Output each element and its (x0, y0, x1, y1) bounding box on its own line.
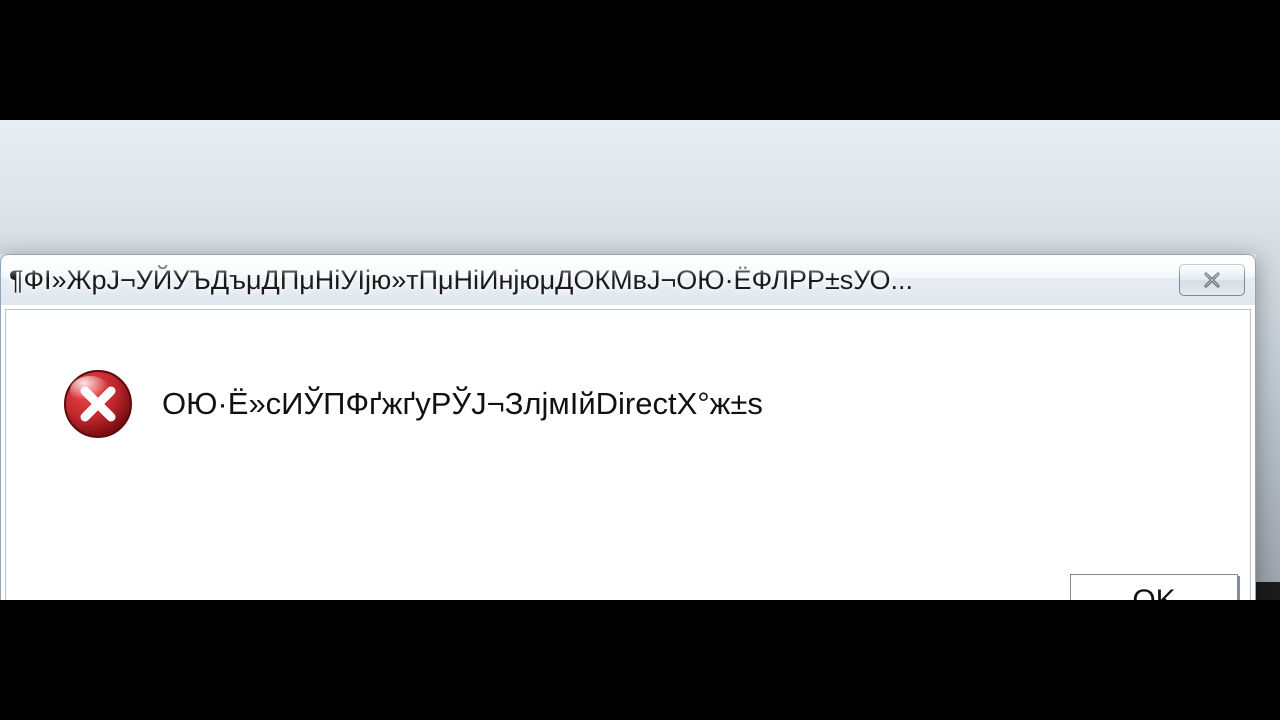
photo-background: ¶ФІ»ЖрЈ¬УЙУЪДъμДПμНіУІјю»тПμНіИнјюμДОКМв… (0, 120, 1280, 600)
dialog-content: ОЮ·Ё»сИЎПФґжґуРЎЈ¬ЗлјмІйDirectX°ж±ѕ OK (5, 309, 1251, 641)
letterbox-bottom (0, 600, 1280, 720)
close-icon (1202, 270, 1222, 290)
dialog-client-area: ОЮ·Ё»сИЎПФґжґуРЎЈ¬ЗлјмІйDirectX°ж±ѕ OK (0, 305, 1256, 646)
error-dialog: ¶ФІ»ЖрЈ¬УЙУЪДъμДПμНіУІјю»тПμНіИнјюμДОКМв… (0, 254, 1256, 646)
message-row: ОЮ·Ё»сИЎПФґжґуРЎЈ¬ЗлјмІйDirectX°ж±ѕ (6, 310, 1250, 440)
close-button[interactable] (1179, 264, 1245, 296)
dialog-title: ¶ФІ»ЖрЈ¬УЙУЪДъμДПμНіУІјю»тПμНіИнјюμДОКМв… (1, 265, 1179, 296)
error-icon (62, 368, 134, 440)
letterbox-top (0, 0, 1280, 120)
dialog-message: ОЮ·Ё»сИЎПФґжґуРЎЈ¬ЗлјмІйDirectX°ж±ѕ (162, 386, 763, 422)
screenshot-stage: ¶ФІ»ЖрЈ¬УЙУЪДъμДПμНіУІјю»тПμНіИнјюμДОКМв… (0, 0, 1280, 720)
dialog-titlebar: ¶ФІ»ЖрЈ¬УЙУЪДъμДПμНіУІјю»тПμНіИнјюμДОКМв… (0, 254, 1256, 305)
